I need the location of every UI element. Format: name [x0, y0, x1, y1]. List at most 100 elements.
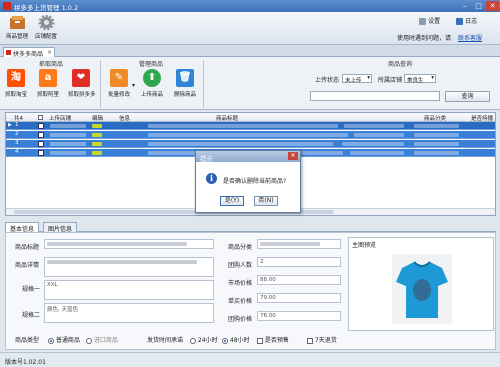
- row-checkbox[interactable]: [38, 132, 44, 138]
- tab-image-info[interactable]: 图片信息: [43, 222, 78, 233]
- grab-taobao-button[interactable]: 淘 抓取淘宝: [3, 69, 29, 98]
- contact-support-link[interactable]: 联系客服: [458, 33, 482, 42]
- search-button[interactable]: 查询: [445, 91, 490, 102]
- group-grab-header: 抓取商品: [38, 61, 63, 68]
- status-bar: 版本号1.02.01: [0, 352, 500, 367]
- spec2-field[interactable]: 颜色, 天蓝色: [44, 303, 214, 323]
- column-featured-header[interactable]: 是否持播: [471, 114, 493, 122]
- row-info-cell: [342, 142, 404, 146]
- no-button[interactable]: 否(N): [254, 196, 278, 206]
- desc-label: 商品详情: [15, 262, 40, 269]
- log-button[interactable]: 日志: [456, 16, 477, 25]
- row-checkbox[interactable]: [38, 123, 44, 129]
- row-edit-cell[interactable]: [92, 133, 102, 137]
- delete-product-button[interactable]: 🗑 删除商品: [172, 69, 198, 98]
- product-type-label: 商品类型: [15, 337, 40, 344]
- store-config-button[interactable]: 店铺配置: [32, 14, 60, 40]
- tab-pinduoduo-products[interactable]: 拼多多商品 ×: [3, 47, 55, 58]
- row-checkbox[interactable]: [38, 141, 44, 147]
- row-edit-cell[interactable]: [92, 124, 102, 128]
- settings-icon: [419, 17, 426, 25]
- group-count-label: 团购人数: [228, 262, 253, 269]
- row-info-cell: [344, 124, 404, 128]
- row-store-cell: [50, 151, 86, 155]
- current-row-indicator-icon: ▶: [8, 122, 12, 128]
- main-image-label: 主图预览: [352, 242, 377, 249]
- confirm-delete-dialog: 提示 ✕ i 是否确认删除当前商品? 是(Y) 否(N): [195, 150, 301, 213]
- ribbon: 抓取商品 管理商品 商品查询 淘 抓取淘宝 a 抓取阿里 ❤ 抓取拼多多 ✎ 批…: [0, 57, 500, 110]
- description-field[interactable]: [44, 257, 214, 277]
- seven-day-return-checkbox[interactable]: 7天退货: [307, 335, 337, 344]
- column-store-header[interactable]: 上传店铺: [49, 114, 71, 122]
- minimize-button[interactable]: –: [458, 1, 471, 11]
- document-tab-strip: 拼多多商品 ×: [0, 45, 500, 58]
- row-title-cell: [148, 124, 338, 128]
- group-query-header: 商品查询: [387, 61, 412, 68]
- row-edit-cell[interactable]: [92, 151, 102, 155]
- settings-button[interactable]: 设置: [419, 16, 440, 25]
- ship-time-label: 发货时间承诺: [147, 337, 184, 344]
- upload-icon: ⬆: [143, 69, 161, 87]
- ship-24h-radio[interactable]: 24小时: [190, 335, 218, 344]
- single-price-field[interactable]: 79.00: [257, 293, 341, 303]
- group-price-field[interactable]: 76.00: [257, 311, 341, 321]
- group-count-field[interactable]: 2: [257, 257, 341, 267]
- table-row[interactable]: ▶ 1: [6, 122, 495, 130]
- help-text: 使用时遇到问题，请: [397, 35, 452, 42]
- column-info-header[interactable]: 信息: [119, 114, 130, 122]
- pinduoduo-icon: ❤: [72, 69, 90, 87]
- title-field[interactable]: [44, 239, 214, 249]
- upload-product-button[interactable]: ⬆ 上传商品: [139, 69, 165, 98]
- group-divider: [203, 60, 204, 108]
- app-logo-icon: [3, 2, 11, 10]
- group-divider: [100, 60, 101, 108]
- group-manage-header: 管理商品: [138, 61, 163, 68]
- type-normal-radio[interactable]: 普通商品: [48, 335, 80, 344]
- grab-alibaba-button[interactable]: a 抓取阿里: [35, 69, 61, 98]
- column-title-header[interactable]: 商品标题: [216, 114, 238, 122]
- log-icon: [456, 17, 463, 25]
- close-button[interactable]: ✕: [486, 1, 499, 11]
- row-edit-cell[interactable]: [92, 142, 102, 146]
- window-title: 拼多多上货管理 1.0.2: [14, 4, 79, 12]
- spec1-field[interactable]: XXL: [44, 280, 214, 300]
- product-manage-button[interactable]: 商品管理: [3, 15, 31, 40]
- yes-button[interactable]: 是(Y): [220, 196, 244, 206]
- type-import-radio[interactable]: 进口商品: [86, 335, 118, 344]
- group-price-label: 团购价格: [228, 316, 253, 323]
- detail-tab-strip: 基本信息 图片信息: [5, 222, 496, 233]
- upload-status-select[interactable]: 未上传 ▾: [342, 74, 372, 84]
- dialog-close-button[interactable]: ✕: [288, 152, 298, 160]
- alibaba-icon: a: [39, 69, 57, 87]
- row-checkbox[interactable]: [38, 150, 44, 156]
- column-category-header[interactable]: 商品分类: [424, 114, 446, 122]
- ship-48h-radio[interactable]: 48小时: [222, 335, 250, 344]
- store-select[interactable]: 美良生 ▾: [404, 74, 436, 84]
- edit-icon: ✎: [110, 69, 128, 87]
- close-tab-icon[interactable]: ×: [47, 49, 52, 56]
- table-row[interactable]: 2: [6, 131, 495, 139]
- batch-edit-button[interactable]: ✎ 批量修改: [106, 69, 132, 98]
- single-price-label: 单买价格: [228, 298, 253, 305]
- row-category-cell: [414, 124, 459, 128]
- grab-pinduoduo-button[interactable]: ❤ 抓取拼多多: [68, 69, 96, 98]
- market-price-field[interactable]: 88.00: [257, 275, 341, 285]
- product-detail-panel: 商品标题 商品详情 规格一 XXL 规格二 颜色, 天蓝色 商品分类 团购人数 …: [5, 232, 496, 350]
- tshirt-product-image[interactable]: [392, 254, 452, 324]
- batch-edit-dropdown-icon[interactable]: ▾: [132, 82, 135, 89]
- main-image-preview: 主图预览: [348, 237, 494, 331]
- preorder-checkbox[interactable]: 是否预售: [257, 335, 289, 344]
- row-category-cell: [414, 133, 459, 137]
- spec1-label: 规格一: [22, 286, 41, 293]
- maximize-button[interactable]: □: [472, 1, 485, 11]
- store-label: 所属店铺: [378, 77, 403, 84]
- row-store-cell: [50, 133, 86, 137]
- row-category-cell: [414, 151, 459, 155]
- row-store-cell: [50, 124, 86, 128]
- table-row[interactable]: 3: [6, 140, 495, 148]
- category-field[interactable]: [257, 239, 341, 249]
- dialog-title: 提示: [200, 155, 213, 163]
- tab-basic-info[interactable]: 基本信息: [5, 222, 40, 233]
- search-input[interactable]: [310, 91, 440, 101]
- column-edit-header[interactable]: 编辑: [92, 114, 103, 122]
